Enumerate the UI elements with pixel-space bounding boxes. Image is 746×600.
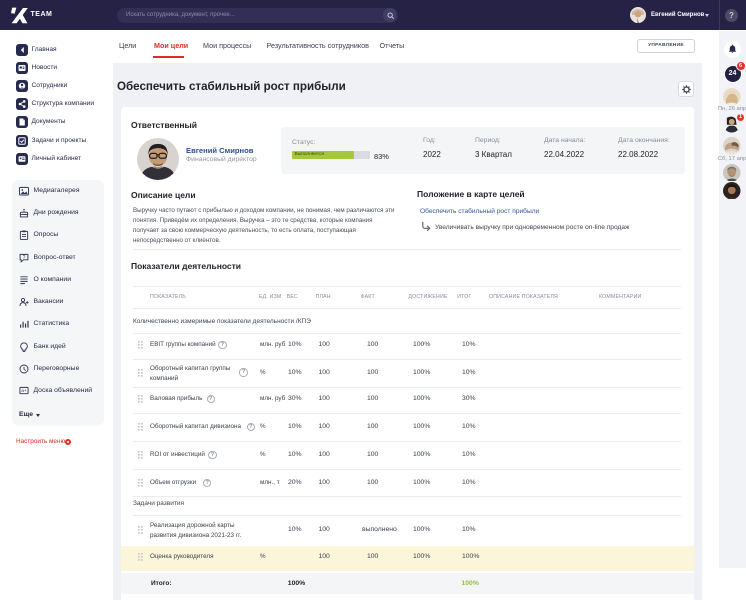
svg-text:?: ? (23, 254, 26, 260)
svg-text:a+: a+ (21, 388, 27, 393)
